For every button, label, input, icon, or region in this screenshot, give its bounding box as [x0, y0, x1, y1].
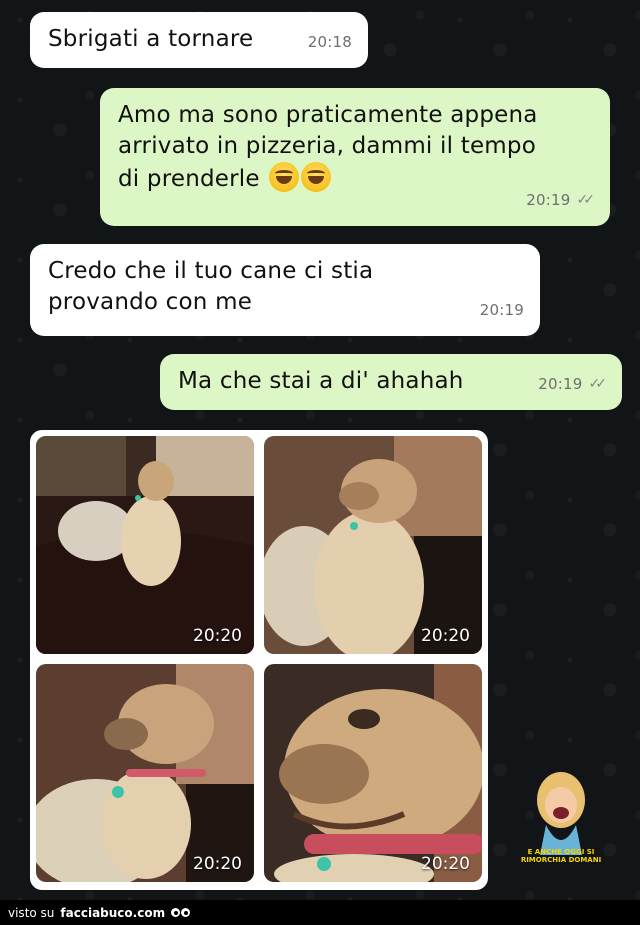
message-meta: 20:18	[308, 27, 352, 58]
message-text: Credo che il tuo cane ci stia provando c…	[48, 258, 374, 315]
dog-photo-image	[36, 664, 254, 882]
message-time: 20:18	[307, 33, 352, 51]
read-receipt-icon: ✓✓	[576, 192, 596, 208]
outgoing-message[interactable]: Ma che stai a di' ahahah 20:19 ✓✓	[160, 354, 622, 410]
message-time: 20:19	[526, 191, 571, 209]
eyes-logo-icon	[171, 908, 191, 917]
watermark-footer: visto su facciabuco.com	[0, 900, 640, 925]
tears-of-joy-emoji-icon	[301, 162, 332, 192]
message-meta: 20:19	[480, 295, 524, 326]
message-meta: 20:19 ✓✓	[526, 185, 596, 216]
message-time: 20:19	[538, 375, 583, 393]
photo-time: 20:20	[193, 626, 242, 646]
album-photo[interactable]: 20:20	[36, 664, 254, 882]
message-time: 20:19	[479, 301, 524, 319]
dog-photo-image: .	[36, 436, 254, 654]
read-receipt-icon: ✓✓	[588, 376, 608, 392]
photo-time: 20:20	[421, 626, 470, 646]
incoming-message[interactable]: Sbrigati a tornare 20:18	[30, 12, 368, 68]
album-photo[interactable]: . 20:20	[36, 436, 254, 654]
photo-time: 20:20	[421, 854, 470, 874]
message-text: Amo ma sono praticamente appena arrivato…	[118, 100, 592, 195]
footer-brand[interactable]: facciabuco.com	[60, 906, 165, 920]
incoming-message[interactable]: Credo che il tuo cane ci stia provando c…	[30, 244, 540, 336]
footer-prefix: visto su	[8, 905, 55, 920]
sticker-caption: E ANCHE OGGI SI RIMORCHIA DOMANI	[520, 848, 602, 864]
dog-photo-image	[264, 436, 482, 654]
album-photo[interactable]: 20:20	[264, 436, 482, 654]
message-meta: 20:19 ✓✓	[538, 369, 608, 400]
message-text: Sbrigati a tornare	[48, 26, 254, 52]
outgoing-message[interactable]: Amo ma sono praticamente appena arrivato…	[100, 88, 610, 226]
grinning-sweat-emoji-icon	[269, 162, 300, 192]
dog-photo-image	[264, 664, 482, 882]
photo-time: 20:20	[193, 854, 242, 874]
photo-album-message[interactable]: . 20:20 20:20 20:20	[30, 430, 488, 890]
album-photo[interactable]: 20:20	[264, 664, 482, 882]
